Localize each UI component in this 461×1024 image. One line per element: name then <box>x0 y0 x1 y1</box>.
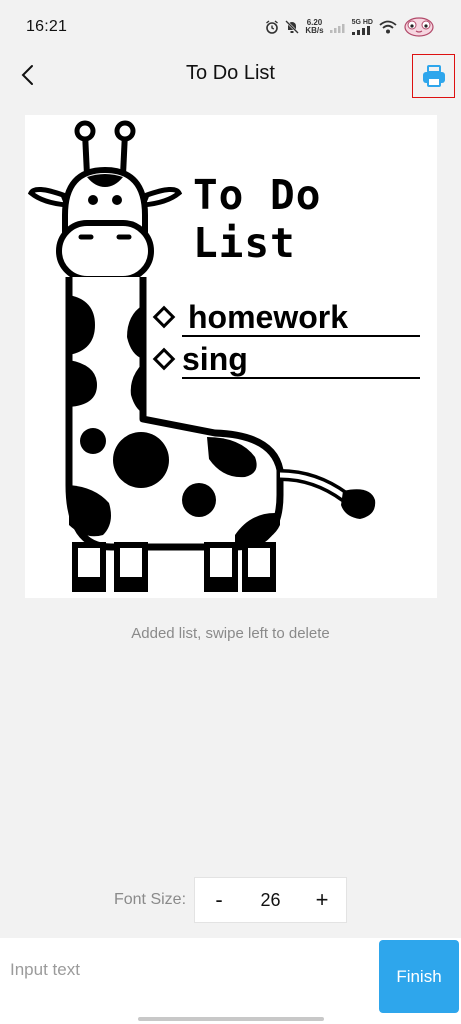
battery-character-icon <box>404 17 434 37</box>
list-item-text: homework <box>182 299 420 337</box>
diamond-bullet-icon <box>152 347 176 371</box>
signal-strong-icon <box>351 26 370 35</box>
status-bar: 16:21 6.20 KB/s 5G HD <box>0 0 461 54</box>
list-item[interactable]: homework <box>152 299 420 337</box>
mute-bell-icon <box>285 20 300 34</box>
page-title: To Do List <box>186 62 275 84</box>
net-speed: 6.20 KB/s <box>305 18 324 35</box>
input-bar: Finish <box>0 938 461 1024</box>
swipe-hint: Added list, swipe left to delete <box>131 625 330 642</box>
list-item[interactable]: sing <box>152 341 420 379</box>
list-preview-card: To Do List homework sing <box>25 115 437 598</box>
alarm-icon <box>266 20 279 34</box>
print-button[interactable] <box>412 54 455 98</box>
status-icons: 6.20 KB/s 5G HD <box>265 17 435 37</box>
home-indicator[interactable] <box>138 1017 324 1021</box>
status-time: 16:21 <box>26 18 68 35</box>
wifi-icon <box>379 20 397 34</box>
header-bar: To Do List <box>0 54 461 98</box>
network-type-label: 5G HD <box>351 19 373 26</box>
preview-list-title: To Do List <box>193 171 322 267</box>
decrease-font-button[interactable]: - <box>209 887 229 913</box>
font-size-label: Font Size: <box>113 891 187 908</box>
printer-icon <box>422 65 445 87</box>
list-item-text: sing <box>182 341 420 379</box>
font-size-value: 26 <box>260 889 281 910</box>
font-size-stepper: - 26 + <box>194 877 348 923</box>
increase-font-button[interactable]: + <box>312 887 332 913</box>
diamond-bullet-icon <box>152 305 176 329</box>
text-input[interactable] <box>10 950 370 990</box>
finish-button[interactable]: Finish <box>379 940 459 1013</box>
font-size-control: Font Size: - 26 + <box>0 877 461 923</box>
signal-5g: 5G HD <box>351 19 373 35</box>
signal-weak-icon <box>329 24 345 33</box>
